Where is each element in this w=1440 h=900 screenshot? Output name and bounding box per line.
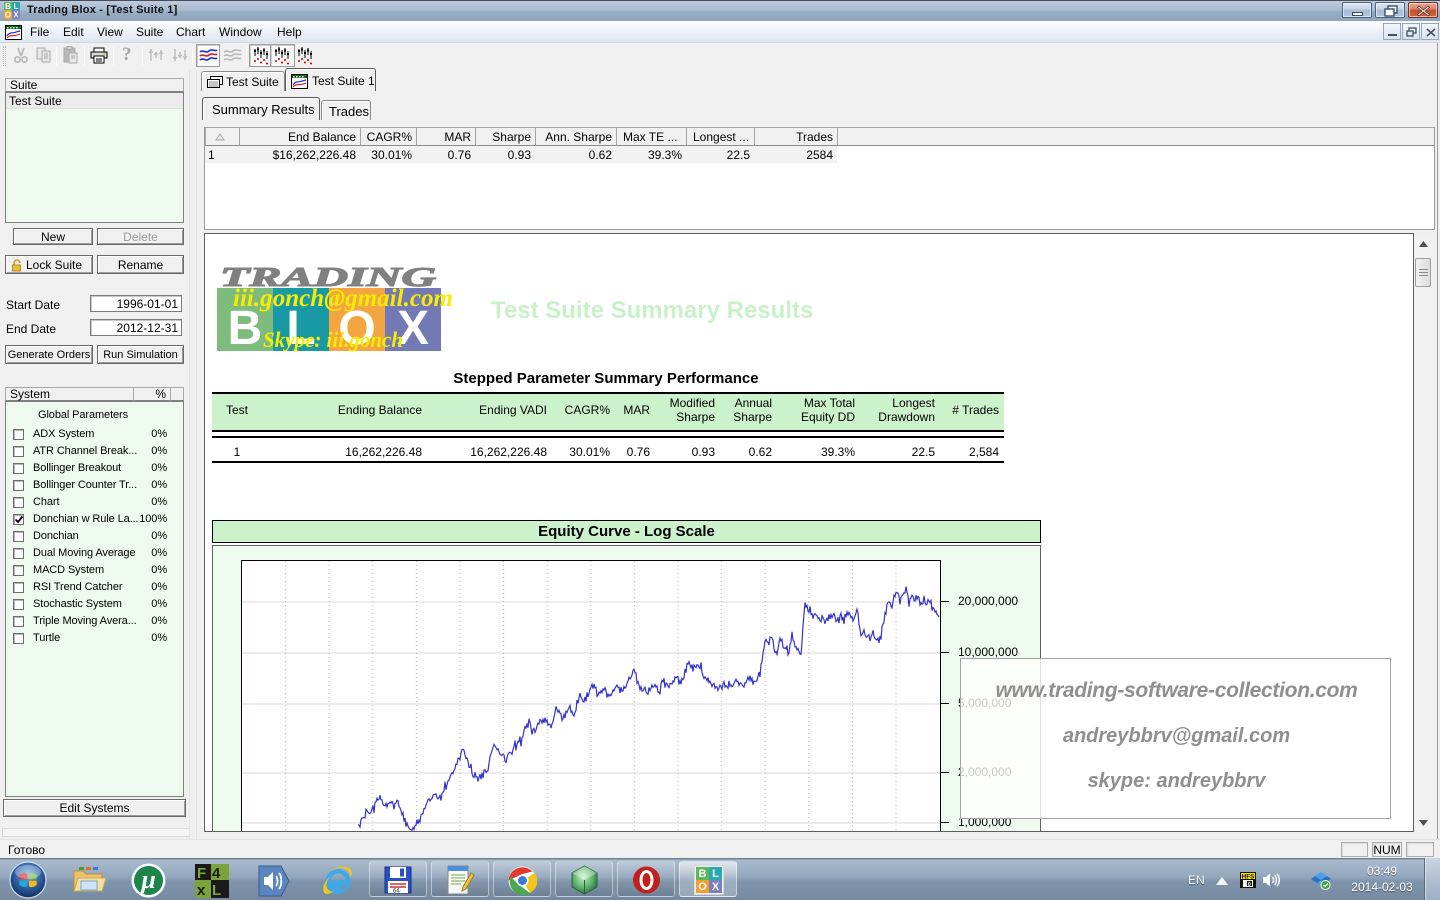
svg-text:F: F bbox=[197, 865, 206, 882]
svg-text:L: L bbox=[212, 882, 221, 898]
svg-text:Skype: iii.gonch: Skype: iii.gonch bbox=[263, 327, 403, 352]
svg-text:B: B bbox=[699, 868, 707, 880]
svg-text:iii.gonch@gmail.com: iii.gonch@gmail.com bbox=[233, 285, 453, 312]
svg-text:4: 4 bbox=[212, 865, 221, 882]
svg-text:64·: 64· bbox=[393, 889, 402, 895]
svg-text:O: O bbox=[5, 11, 11, 20]
svg-text:L: L bbox=[712, 868, 719, 880]
svg-text:O: O bbox=[698, 881, 707, 893]
svg-text:X: X bbox=[712, 881, 720, 893]
svg-text:µ: µ bbox=[140, 865, 156, 894]
svg-text:x: x bbox=[197, 882, 206, 898]
svg-text:0: 0 bbox=[1248, 882, 1251, 888]
svg-text:X: X bbox=[13, 11, 19, 20]
svg-text:HFS: HFS bbox=[1242, 874, 1256, 881]
